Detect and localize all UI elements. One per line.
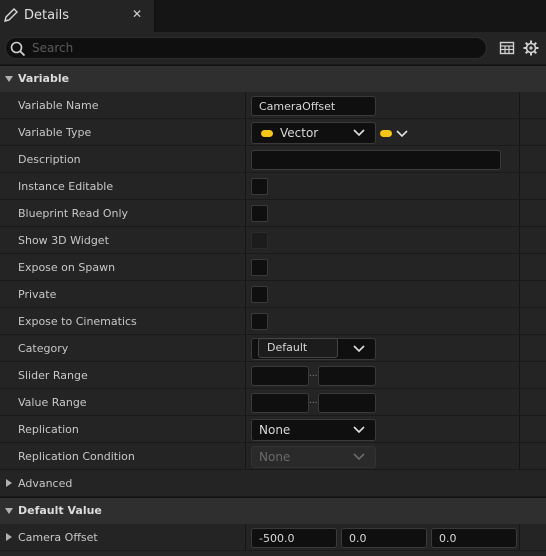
- row-private: Private: [0, 281, 546, 308]
- chevron-down-icon: [353, 345, 365, 353]
- row-instance-editable: Instance Editable: [0, 173, 546, 200]
- camera-offset-x-field[interactable]: -500.0: [251, 528, 337, 548]
- row-blueprint-read-only: Blueprint Read Only: [0, 200, 546, 227]
- category-text-field[interactable]: Default: [258, 338, 338, 358]
- row-replication-condition: Replication Condition None: [0, 443, 546, 470]
- chevron-down-icon: [353, 426, 365, 434]
- pencil-icon: [4, 8, 18, 22]
- row-label: Expose on Spawn: [18, 261, 116, 274]
- section-title: Variable: [18, 72, 70, 85]
- show-3d-widget-checkbox[interactable]: [251, 232, 268, 249]
- row-label: Slider Range: [18, 369, 88, 382]
- expose-to-cinematics-checkbox[interactable]: [251, 313, 268, 330]
- chevron-down-icon: [353, 129, 365, 137]
- tab-title: Details: [24, 8, 70, 23]
- chevron-down-icon: [353, 453, 365, 461]
- row-label: Replication: [18, 423, 79, 436]
- slider-range-min-field[interactable]: [251, 366, 309, 386]
- row-expose-on-spawn: Expose on Spawn: [0, 254, 546, 281]
- slider-range-max-field[interactable]: [318, 366, 376, 386]
- dropdown-value: Vector: [280, 126, 319, 140]
- settings-gear-icon[interactable]: [523, 40, 539, 56]
- expand-arrow-icon[interactable]: [4, 478, 14, 488]
- row-label: Advanced: [18, 477, 73, 490]
- row-label: Replication Condition: [18, 450, 135, 463]
- private-checkbox[interactable]: [251, 286, 268, 303]
- row-replication: Replication None: [0, 416, 546, 443]
- table-view-icon[interactable]: [499, 40, 515, 56]
- search-input[interactable]: [32, 40, 472, 56]
- row-label: Variable Type: [18, 126, 92, 139]
- container-type-pin-icon[interactable]: [380, 130, 392, 137]
- row-description: Description: [0, 146, 546, 173]
- row-label: Camera Offset: [18, 531, 98, 544]
- dropdown-value: None: [259, 450, 291, 464]
- row-label: Category: [18, 342, 69, 355]
- section-default-value[interactable]: Default Value: [0, 497, 546, 524]
- row-label: Value Range: [18, 396, 87, 409]
- expose-on-spawn-checkbox[interactable]: [251, 259, 268, 276]
- description-field[interactable]: [251, 150, 501, 170]
- vector-pin-icon: [261, 130, 273, 137]
- range-separator: ...: [309, 369, 318, 379]
- section-variable[interactable]: Variable: [0, 65, 546, 92]
- camera-offset-z-field[interactable]: 0.0: [431, 528, 517, 548]
- variable-name-field[interactable]: CameraOffset: [251, 96, 376, 116]
- row-value-range: Value Range ...: [0, 389, 546, 416]
- row-label: Private: [18, 288, 57, 301]
- search-icon: [10, 41, 26, 57]
- row-label: Blueprint Read Only: [18, 207, 129, 220]
- row-variable-name: Variable Name CameraOffset: [0, 92, 546, 119]
- row-category: Category Default: [0, 335, 546, 362]
- value-range-min-field[interactable]: [251, 393, 309, 413]
- row-label: Instance Editable: [18, 180, 114, 193]
- replication-condition-dropdown[interactable]: None: [251, 446, 376, 468]
- panel-bottom: [0, 551, 546, 556]
- row-label: Variable Name: [18, 99, 99, 112]
- row-label: Description: [18, 153, 81, 166]
- tab-bar: Details ✕: [0, 0, 546, 32]
- row-slider-range: Slider Range ...: [0, 362, 546, 389]
- close-icon[interactable]: ✕: [132, 7, 142, 21]
- camera-offset-y-field[interactable]: 0.0: [341, 528, 427, 548]
- instance-editable-checkbox[interactable]: [251, 178, 268, 195]
- collapse-arrow-icon: [5, 76, 13, 82]
- row-show-3d-widget: Show 3D Widget: [0, 227, 546, 254]
- expand-arrow-icon[interactable]: [4, 532, 14, 542]
- search-box[interactable]: [5, 37, 487, 59]
- row-expose-to-cinematics: Expose to Cinematics: [0, 308, 546, 335]
- dropdown-value: None: [259, 423, 291, 437]
- collapse-arrow-icon: [5, 508, 13, 514]
- row-advanced[interactable]: Advanced: [0, 470, 546, 497]
- chevron-down-icon[interactable]: [396, 129, 408, 139]
- range-separator: ...: [309, 396, 318, 406]
- blueprint-read-only-checkbox[interactable]: [251, 205, 268, 222]
- row-label: Show 3D Widget: [18, 234, 109, 247]
- search-row: [0, 32, 546, 64]
- replication-dropdown[interactable]: None: [251, 419, 376, 441]
- value-range-max-field[interactable]: [318, 393, 376, 413]
- details-tab[interactable]: Details ✕: [0, 0, 155, 32]
- variable-type-dropdown[interactable]: Vector: [251, 122, 376, 144]
- row-camera-offset: Camera Offset -500.0 0.0 0.0: [0, 524, 546, 551]
- section-title: Default Value: [18, 504, 102, 517]
- row-label: Expose to Cinematics: [18, 315, 137, 328]
- row-variable-type: Variable Type Vector: [0, 119, 546, 146]
